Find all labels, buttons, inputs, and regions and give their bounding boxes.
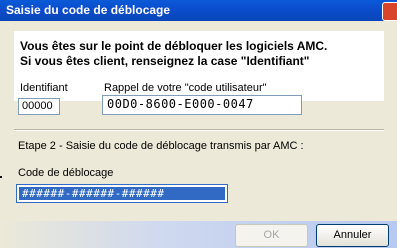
ok-button[interactable]: OK [235, 224, 308, 247]
code-deblocage-value: ######-######-###### [19, 187, 225, 200]
button-bar: OK Annuler [0, 221, 397, 248]
identifiant-field[interactable]: 00000 [18, 98, 60, 115]
code-deblocage-label: Code de déblocage [18, 167, 114, 179]
edge-mark [0, 176, 2, 178]
identifiant-label: Identifiant [20, 82, 68, 94]
window-title: Saisie du code de déblocage [6, 3, 171, 17]
dialog-body: Vous êtes sur le point de débloquer les … [0, 21, 397, 248]
code-deblocage-input[interactable]: ######-######-###### [16, 184, 228, 203]
user-code-field[interactable]: 00D0-8600-E000-0047 [102, 95, 302, 115]
rappel-label: Rappel de votre "code utilisateur" [104, 82, 267, 94]
title-bar[interactable]: Saisie du code de déblocage [0, 0, 397, 21]
info-line-2: Si vous êtes client, renseignez la case … [20, 54, 310, 68]
cancel-button[interactable]: Annuler [316, 224, 389, 247]
close-icon[interactable] [382, 2, 397, 21]
separator-highlight [14, 130, 384, 131]
step2-label: Etape 2 - Saisie du code de déblocage tr… [18, 140, 304, 152]
info-line-1: Vous êtes sur le point de débloquer les … [20, 39, 328, 53]
